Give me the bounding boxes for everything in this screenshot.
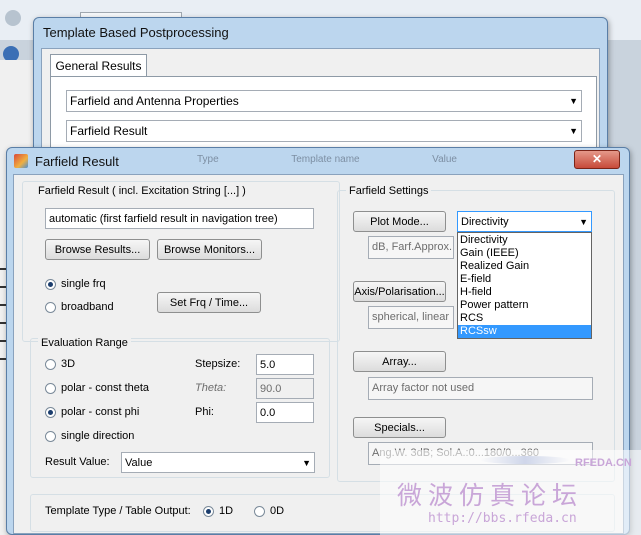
evaluation-range-title: Evaluation Range [38,337,131,349]
browse-results-button[interactable]: Browse Results... [45,239,150,260]
broadband-radio[interactable] [45,302,56,313]
phi-input[interactable]: 0.0 [256,402,314,423]
farfield-result-label: Farfield Result ( incl. Excitation Strin… [38,185,246,197]
broadband-label: broadband [61,301,114,313]
template-window-title: Template Based Postprocessing [43,25,229,40]
axis-polarisation-button[interactable]: Axis/Polarisation... [353,281,446,302]
watermark-brand: RFEDA.CN [575,457,632,469]
chevron-down-icon: ▼ [302,458,311,468]
result-value-value: Value [125,457,153,469]
chevron-down-icon: ▼ [579,217,588,227]
farfield-window-title: Farfield Result [35,154,119,169]
set-frq-button[interactable]: Set Frq / Time... [157,292,261,313]
0d-radio[interactable] [254,506,265,517]
dropdown-option[interactable]: Realized Gain [458,260,591,273]
result-value-combo[interactable]: Value ▼ [121,452,315,473]
dropdown-option[interactable]: E-field [458,273,591,286]
1d-label: 1D [219,505,234,517]
dropdown-option[interactable]: Directivity [458,234,591,247]
browse-monitors-button[interactable]: Browse Monitors... [157,239,262,260]
array-info: Array factor not used [368,377,593,400]
chevron-down-icon: ▼ [569,96,578,106]
chevron-down-icon: ▼ [569,126,578,136]
3d-radio[interactable] [45,359,56,370]
plot-mode-combo[interactable]: Directivity ▼ [457,211,592,232]
polar-theta-radio[interactable] [45,383,56,394]
specials-button[interactable]: Specials... [353,417,446,438]
result-type-value: Farfield Result [70,124,148,138]
single-frq-radio[interactable] [45,279,56,290]
plot-mode-value: Directivity [461,216,509,228]
array-button[interactable]: Array... [353,351,446,372]
farfield-icon [14,154,28,168]
background-headers: Type Template name Value [197,154,457,165]
plot-mode-dropdown[interactable]: Directivity Gain (IEEE) Realized Gain E-… [457,232,592,339]
theta-label: Theta: [195,382,227,394]
watermark-chinese: 微波仿真论坛 [397,481,584,510]
1d-radio[interactable] [203,506,214,517]
template-type-label: Template Type / Table Output: [45,505,191,517]
close-button[interactable]: ✕ [574,150,620,169]
stepsize-input[interactable]: 5.0 [256,354,314,375]
farfield-settings-title: Farfield Settings [346,185,432,197]
gear-icon [5,10,21,26]
dropdown-option[interactable]: H-field [458,286,591,299]
results-category-combo[interactable]: Farfield and Antenna Properties ▼ [66,90,582,112]
3d-label: 3D [61,358,76,370]
plot-mode-button[interactable]: Plot Mode... [353,211,446,232]
tab-general-results[interactable]: General Results [50,54,147,77]
dropdown-option[interactable]: RCS [458,312,591,325]
result-type-combo[interactable]: Farfield Result ▼ [66,120,582,142]
phi-label: Phi: [195,406,214,418]
watermark-url: http://bbs.rfeda.cn [428,511,577,526]
axis-info: spherical, linear [368,306,454,329]
polar-theta-label: polar - const theta [61,382,150,394]
farfield-result-group [22,181,340,342]
stepsize-label: Stepsize: [195,358,241,370]
single-direction-label: single direction [61,430,135,442]
dropdown-option[interactable]: Gain (IEEE) [458,247,591,260]
watermark-swoosh [480,456,570,464]
polar-phi-label: polar - const phi [61,406,140,418]
plot-mode-info: dB, Farf.Approx. [368,236,454,259]
theta-input: 90.0 [256,378,314,399]
single-direction-radio[interactable] [45,431,56,442]
polar-phi-radio[interactable] [45,407,56,418]
dropdown-option-selected[interactable]: RCSsw [458,325,591,338]
dropdown-option[interactable]: Power pattern [458,299,591,312]
0d-label: 0D [270,505,285,517]
results-category-value: Farfield and Antenna Properties [70,94,239,108]
result-value-label: Result Value: [45,456,110,468]
farfield-result-input[interactable]: automatic (first farfield result in navi… [45,208,314,229]
single-frq-label: single frq [61,278,106,290]
